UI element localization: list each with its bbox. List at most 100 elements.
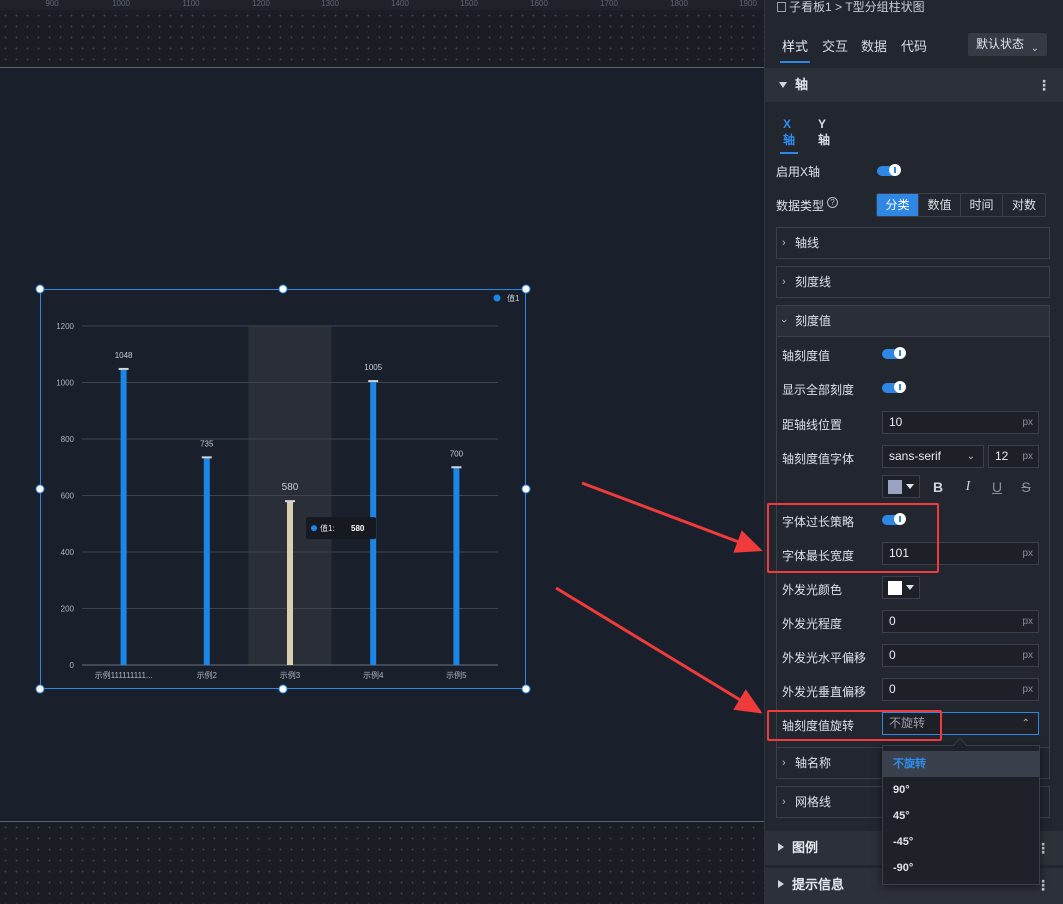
resize-handle-s[interactable] — [278, 684, 288, 694]
canvas-area[interactable]: 900 1000 1100 1200 1300 1400 1500 1600 1… — [0, 0, 764, 904]
show-all-ticks-toggle[interactable] — [882, 381, 906, 393]
axis-tick-value-label: 轴刻度值 — [782, 349, 831, 363]
section-axis-header[interactable]: 轴 ⋮ — [765, 68, 1063, 102]
font-color-picker[interactable] — [882, 475, 920, 498]
card-tick-value-label: 刻度值 — [795, 314, 832, 328]
more-icon[interactable]: ⋮ — [1037, 68, 1051, 102]
tab-y-axis[interactable]: Y轴 — [818, 117, 830, 148]
resize-handle-n[interactable] — [278, 284, 288, 294]
chevron-down-icon: ⌄ — [966, 451, 975, 462]
canvas-grid-top — [0, 10, 764, 67]
font-size-input[interactable]: 12 px — [988, 445, 1039, 468]
font-color-swatch — [888, 480, 902, 494]
ruler-tick: 1300 — [321, 0, 339, 8]
rotate-option-90[interactable]: 90° — [883, 777, 1039, 803]
font-family-value: sans-serif — [889, 449, 942, 463]
ruler-tick: 1500 — [460, 0, 478, 8]
resize-handle-nw[interactable] — [35, 284, 45, 294]
unit-label: px — [1022, 417, 1033, 428]
ruler-tick: 1600 — [530, 0, 548, 8]
resize-handle-w[interactable] — [35, 484, 45, 494]
font-size-value: 12 — [995, 449, 1009, 463]
section-axis-title: 轴 — [795, 77, 809, 92]
caret-down-icon — [906, 484, 914, 489]
enable-x-axis-toggle[interactable] — [877, 164, 901, 176]
glow-y-input[interactable]: 0 px — [882, 678, 1039, 701]
data-type-value[interactable]: 数值 — [919, 194, 961, 216]
rotate-option-neg45[interactable]: -45° — [883, 829, 1039, 855]
tab-code[interactable]: 代码 — [901, 36, 927, 55]
data-type-log[interactable]: 对数 — [1003, 194, 1045, 216]
canvas-grid-bottom — [0, 822, 764, 904]
chevron-down-icon: ⌄ — [1030, 43, 1039, 54]
unit-label: px — [1022, 548, 1033, 559]
card-axis-line-label: 轴线 — [795, 236, 820, 250]
state-select[interactable]: 默认状态 ⌄ — [968, 33, 1047, 56]
resize-handle-e[interactable] — [521, 484, 531, 494]
data-type-time[interactable]: 时间 — [961, 194, 1003, 216]
glow-color-swatch — [888, 581, 902, 595]
distance-label: 距轴线位置 — [782, 418, 843, 432]
resize-handle-se[interactable] — [521, 684, 531, 694]
card-tick-line[interactable]: › 刻度线 — [776, 266, 1050, 298]
state-select-value: 默认状态 — [976, 37, 1025, 51]
resize-handle-ne[interactable] — [521, 284, 531, 294]
distance-value: 10 — [889, 415, 903, 429]
section-tooltip-title: 提示信息 — [792, 877, 845, 892]
axis-tick-value-toggle[interactable] — [882, 347, 906, 359]
underline-icon[interactable]: U — [989, 479, 1005, 495]
card-grid-line-label: 网格线 — [795, 795, 832, 809]
italic-icon[interactable]: I — [960, 479, 976, 495]
distance-input[interactable]: 10 px — [882, 411, 1039, 434]
unit-label: px — [1022, 616, 1033, 627]
rotate-option-45[interactable]: 45° — [883, 803, 1039, 829]
glow-color-picker[interactable] — [882, 576, 920, 599]
help-icon[interactable]: ? — [827, 197, 838, 208]
tab-style[interactable]: 样式 — [779, 36, 811, 63]
board-icon — [777, 2, 786, 12]
tab-x-axis[interactable]: X轴 — [780, 117, 798, 154]
section-legend-title: 图例 — [792, 840, 819, 855]
glow-x-value: 0 — [889, 648, 896, 662]
glow-x-label: 外发光水平偏移 — [782, 651, 867, 665]
card-tick-value-header[interactable]: › 刻度值 — [776, 305, 1050, 337]
data-type-category[interactable]: 分类 — [877, 194, 919, 216]
ruler-tick: 1700 — [600, 0, 618, 8]
ruler-tick: 1100 — [182, 0, 200, 8]
unit-label: px — [1022, 684, 1033, 695]
bold-icon[interactable]: B — [930, 479, 946, 495]
tab-data[interactable]: 数据 — [861, 36, 887, 55]
glow-color-label: 外发光颜色 — [782, 583, 843, 597]
glow-level-value: 0 — [889, 614, 896, 628]
annotation-box-overflow — [767, 503, 939, 573]
enable-x-axis-label: 启用X轴 — [776, 165, 821, 179]
glow-level-input[interactable]: 0 px — [882, 610, 1039, 633]
font-family-select[interactable]: sans-serif ⌄ — [882, 445, 984, 468]
chevron-down-icon: › — [777, 319, 790, 323]
rotate-dropdown-menu: 不旋转 90° 45° -45° -90° — [882, 737, 1040, 885]
ruler-tick: 900 — [45, 0, 59, 8]
glow-x-input[interactable]: 0 px — [882, 644, 1039, 667]
ruler-tick: 1200 — [252, 0, 270, 8]
ruler-tick: 1800 — [670, 0, 688, 8]
card-axis-line[interactable]: › 轴线 — [776, 227, 1050, 259]
chevron-up-icon: ⌃ — [1021, 718, 1030, 729]
data-type-segmented: 分类 数值 时间 对数 — [876, 193, 1046, 217]
ruler-tick: 1400 — [391, 0, 409, 8]
tab-interaction[interactable]: 交互 — [822, 36, 848, 55]
card-axis-name-label: 轴名称 — [795, 756, 832, 770]
resize-handle-sw[interactable] — [35, 684, 45, 694]
annotation-box-rotate — [767, 710, 942, 741]
glow-level-label: 外发光程度 — [782, 617, 843, 631]
show-all-ticks-label: 显示全部刻度 — [782, 383, 855, 397]
unit-label: px — [1022, 650, 1033, 661]
breadcrumb[interactable]: 子看板1 > T型分组柱状图 — [765, 0, 1063, 18]
selection-box[interactable] — [40, 289, 526, 689]
chevron-right-icon: › — [782, 237, 786, 249]
rotate-option-none[interactable]: 不旋转 — [883, 751, 1039, 777]
breadcrumb-text: 子看板1 > T型分组柱状图 — [789, 0, 925, 14]
unit-label: px — [1022, 451, 1033, 462]
strikethrough-icon[interactable]: S — [1018, 479, 1034, 495]
chevron-right-icon: › — [782, 276, 786, 288]
rotate-option-neg90[interactable]: -90° — [883, 855, 1039, 881]
